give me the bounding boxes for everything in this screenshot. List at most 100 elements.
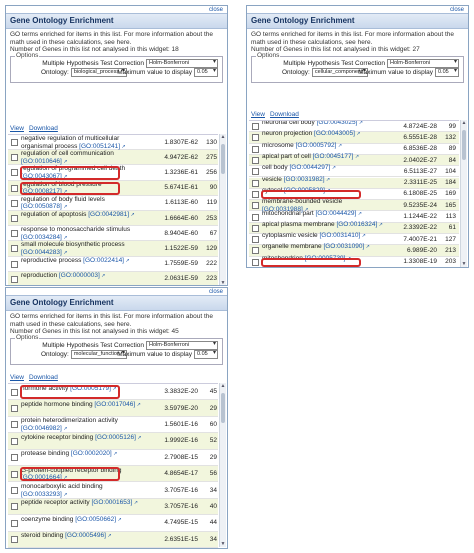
go-id-link[interactable]: [GO:0044297]	[289, 164, 330, 171]
scroll-thumb[interactable]	[221, 393, 225, 423]
download-link[interactable]: Download	[29, 125, 58, 132]
table-scrollbar[interactable]: ▲ ▼	[460, 120, 467, 267]
go-id-link[interactable]: [GO:0051241]	[79, 143, 120, 150]
gene-count[interactable]: 52	[199, 437, 217, 444]
gene-count[interactable]: 89	[438, 145, 456, 152]
go-id-link[interactable]: [GO:0010646]	[21, 158, 62, 165]
close-link[interactable]: close	[209, 7, 223, 13]
gene-count[interactable]: 44	[199, 519, 217, 526]
external-link-icon[interactable]: ↗	[62, 204, 67, 210]
go-id-link[interactable]: [GO:0005126]	[95, 434, 136, 441]
scroll-down-icon[interactable]: ▼	[461, 261, 467, 267]
gene-count[interactable]: 29	[199, 454, 217, 461]
go-id-link[interactable]: [GO:0045177]	[313, 153, 354, 160]
external-link-icon[interactable]: ↗	[116, 517, 121, 523]
go-id-link[interactable]: [GO:0005792]	[296, 142, 337, 149]
gene-count[interactable]: 275	[199, 154, 217, 161]
go-id-link[interactable]: [GO:0031410]	[319, 232, 360, 239]
row-checkbox[interactable]	[252, 224, 259, 232]
download-link[interactable]: Download	[29, 374, 58, 381]
gene-count[interactable]: 34	[199, 487, 217, 494]
row-checkbox[interactable]	[11, 230, 18, 238]
gene-count[interactable]: 34	[199, 536, 217, 543]
go-id-link[interactable]: [GO:0031090]	[323, 243, 364, 250]
row-checkbox[interactable]	[11, 245, 18, 253]
gene-count[interactable]: 61	[438, 224, 456, 231]
row-checkbox[interactable]	[11, 470, 18, 478]
gene-count[interactable]: 165	[438, 202, 456, 209]
gene-count[interactable]: 253	[199, 215, 217, 222]
external-link-icon[interactable]: ↗	[364, 244, 370, 250]
go-id-link[interactable]: [GO:0043005]	[314, 130, 355, 137]
scroll-thumb[interactable]	[221, 144, 225, 174]
scroll-up-icon[interactable]: ▲	[220, 134, 226, 140]
row-checkbox[interactable]	[252, 123, 259, 131]
external-link-icon[interactable]: ↗	[355, 131, 360, 137]
row-checkbox[interactable]	[252, 213, 259, 221]
row-checkbox[interactable]	[11, 405, 18, 413]
external-link-icon[interactable]: ↗	[62, 492, 67, 498]
row-checkbox[interactable]	[252, 247, 259, 255]
view-link[interactable]: View	[10, 374, 24, 381]
external-link-icon[interactable]: ↗	[100, 273, 105, 279]
external-link-icon[interactable]: ↗	[330, 165, 336, 171]
correction-select[interactable]: Holm-Bonferroni	[146, 58, 218, 68]
go-id-link[interactable]: [GO:0005496]	[65, 532, 106, 539]
external-link-icon[interactable]: ↗	[62, 250, 67, 256]
gene-count[interactable]: 113	[438, 213, 456, 220]
go-id-link[interactable]: [GO:0044429]	[315, 210, 356, 217]
row-checkbox[interactable]	[11, 169, 18, 177]
gene-count[interactable]: 129	[199, 245, 217, 252]
view-link[interactable]: View	[10, 125, 24, 132]
gene-count[interactable]: 119	[199, 199, 217, 206]
go-id-link[interactable]: [GO:0016324]	[336, 221, 377, 228]
go-id-link[interactable]: [GO:0001653]	[91, 499, 132, 506]
gene-count[interactable]: 222	[199, 260, 217, 267]
max-select[interactable]: 0.05	[194, 67, 218, 77]
gene-count[interactable]: 127	[438, 236, 456, 243]
row-checkbox[interactable]	[11, 275, 18, 283]
row-checkbox[interactable]	[252, 202, 259, 210]
external-link-icon[interactable]: ↗	[120, 144, 125, 150]
max-select[interactable]: 0.05	[435, 67, 459, 77]
gene-count[interactable]: 104	[438, 168, 456, 175]
close-link[interactable]: close	[450, 7, 464, 13]
gene-count[interactable]: 256	[199, 169, 217, 176]
external-link-icon[interactable]: ↗	[62, 159, 67, 165]
row-checkbox[interactable]	[11, 154, 18, 162]
scroll-up-icon[interactable]: ▲	[220, 383, 226, 389]
go-id-link[interactable]: [GO:0042981]	[88, 211, 129, 218]
row-checkbox[interactable]	[11, 437, 18, 445]
row-checkbox[interactable]	[252, 190, 259, 198]
gene-count[interactable]: 169	[438, 190, 456, 197]
table-scrollbar[interactable]: ▲ ▼	[219, 134, 226, 285]
go-id-link[interactable]: [GO:0017046]	[94, 401, 135, 408]
external-link-icon[interactable]: ↗	[356, 211, 362, 217]
external-link-icon[interactable]: ↗	[62, 426, 67, 432]
correction-select[interactable]: Holm-Bonferroni	[146, 340, 218, 350]
gene-count[interactable]: 130	[199, 139, 217, 146]
gene-count[interactable]: 132	[438, 134, 456, 141]
go-id-link[interactable]: [GO:0044283]	[21, 249, 62, 256]
row-checkbox[interactable]	[11, 215, 18, 223]
row-checkbox[interactable]	[11, 184, 18, 192]
scroll-thumb[interactable]	[462, 130, 466, 160]
external-link-icon[interactable]: ↗	[112, 451, 117, 457]
max-select[interactable]: 0.05	[194, 349, 218, 359]
gene-count[interactable]: 213	[438, 247, 456, 254]
row-checkbox[interactable]	[11, 536, 18, 544]
gene-count[interactable]: 203	[438, 258, 456, 265]
row-checkbox[interactable]	[11, 487, 18, 495]
external-link-icon[interactable]: ↗	[357, 121, 363, 126]
row-checkbox[interactable]	[11, 454, 18, 462]
close-link[interactable]: close	[209, 289, 223, 295]
gene-count[interactable]: 90	[199, 184, 217, 191]
row-checkbox[interactable]	[11, 503, 18, 511]
gene-count[interactable]: 29	[199, 405, 217, 412]
go-id-link[interactable]: [GO:0046982]	[21, 425, 62, 432]
row-checkbox[interactable]	[252, 258, 259, 266]
scroll-up-icon[interactable]: ▲	[461, 120, 467, 126]
gene-count[interactable]: 184	[438, 179, 456, 186]
go-id-link[interactable]: [GO:0050662]	[75, 516, 116, 523]
row-checkbox[interactable]	[11, 388, 18, 396]
